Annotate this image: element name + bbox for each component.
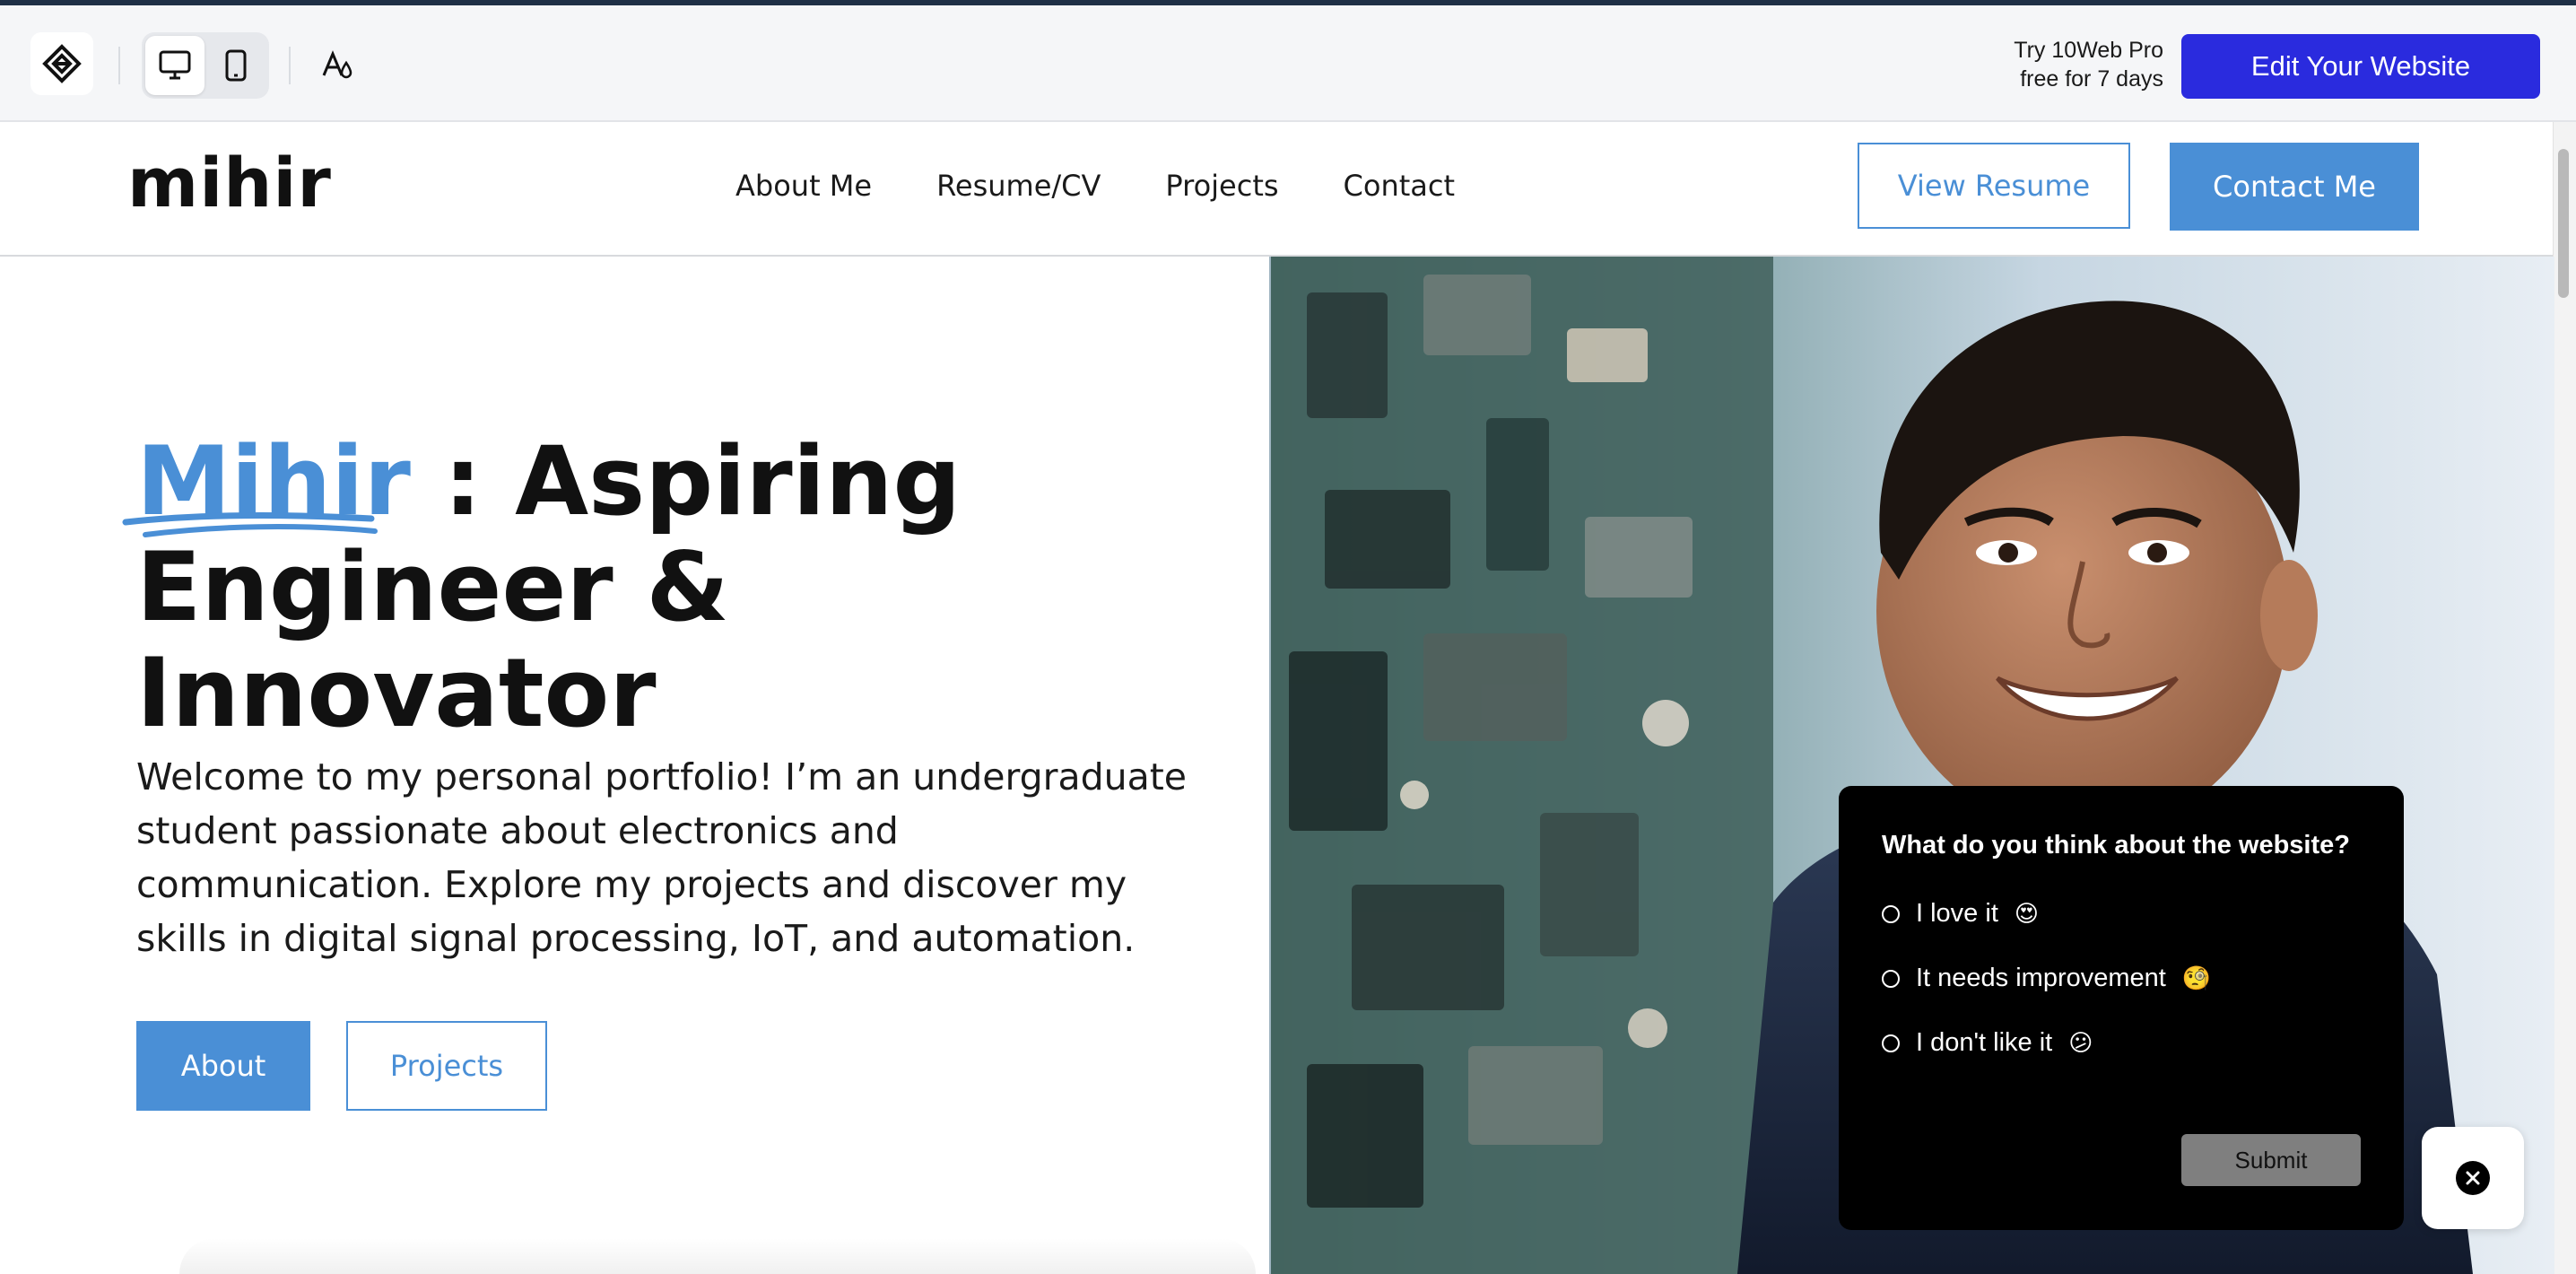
nav-link-about-me[interactable]: About Me [735, 169, 872, 203]
survey-question: What do you think about the website? [1882, 831, 2350, 860]
projects-button[interactable]: Projects [346, 1021, 547, 1111]
nav-link-projects[interactable]: Projects [1165, 169, 1278, 203]
mobile-phone-icon [225, 49, 247, 82]
nav-link-resume[interactable]: Resume/CV [936, 169, 1101, 203]
radio-button[interactable] [1882, 1034, 1900, 1052]
site-logo[interactable]: mihir [127, 149, 332, 217]
toolbar-divider [118, 47, 120, 84]
about-button[interactable]: About [136, 1021, 310, 1111]
monocle-face-emoji-icon: 🧐 [2181, 964, 2212, 992]
hero-title-part-1: : Aspiring [410, 426, 962, 537]
radio-button[interactable] [1882, 904, 1900, 923]
contact-me-button[interactable]: Contact Me [2170, 143, 2419, 231]
pro-trial-text: Try 10Web Pro free for 7 days [1984, 36, 2163, 93]
font-color-drop-icon [322, 50, 352, 79]
toolbar-divider [289, 47, 291, 84]
radio-button[interactable] [1882, 969, 1900, 988]
feedback-survey-popup: What do you think about the website? I l… [1839, 786, 2404, 1230]
10web-diamond-icon [42, 44, 82, 83]
hero-intro-text: Welcome to my personal portfolio! I’m an… [136, 755, 1188, 960]
survey-close-button[interactable] [2422, 1127, 2524, 1229]
survey-option-dislike[interactable]: I don't like it 😕 [1882, 1028, 2093, 1058]
10web-logo-button[interactable] [30, 32, 93, 95]
device-switcher [142, 32, 269, 99]
mobile-view-button[interactable] [206, 36, 265, 95]
view-resume-button[interactable]: View Resume [1858, 143, 2130, 229]
site-header: mihir About Me Resume/CV Projects Contac… [0, 122, 2553, 257]
survey-option-label: I love it [1916, 899, 1998, 928]
hero-title: Mihir : Aspiring Engineer & Innovator [136, 429, 1249, 746]
nav-link-contact[interactable]: Contact [1344, 169, 1456, 203]
heart-eyes-emoji-icon: 😍 [2014, 900, 2039, 928]
survey-submit-button[interactable]: Submit [2181, 1134, 2361, 1186]
style-settings-button[interactable] [312, 39, 362, 90]
builder-toolbar: Try 10Web Pro free for 7 days Edit Your … [0, 5, 2576, 122]
survey-option-love[interactable]: I love it 😍 [1882, 899, 2039, 929]
name-underline-scribble [122, 512, 378, 537]
trial-line-2: free for 7 days [2020, 66, 2163, 92]
main-nav: About Me Resume/CV Projects Contact [735, 169, 1455, 203]
survey-option-improve[interactable]: It needs improvement 🧐 [1882, 964, 2211, 993]
trial-line-1: Try 10Web Pro [2014, 38, 2163, 63]
desktop-monitor-icon [159, 50, 191, 80]
scrollbar-thumb[interactable] [2558, 149, 2569, 298]
hero-title-part-2: Engineer & Innovator [136, 532, 729, 748]
close-icon [2456, 1161, 2490, 1195]
confused-face-emoji-icon: 😕 [2068, 1029, 2093, 1057]
survey-option-label: I don't like it [1916, 1028, 2053, 1057]
desktop-view-button[interactable] [145, 36, 205, 95]
section-shadow [179, 1238, 1256, 1274]
edit-website-button[interactable]: Edit Your Website [2181, 34, 2540, 99]
survey-option-label: It needs improvement [1916, 964, 2166, 992]
